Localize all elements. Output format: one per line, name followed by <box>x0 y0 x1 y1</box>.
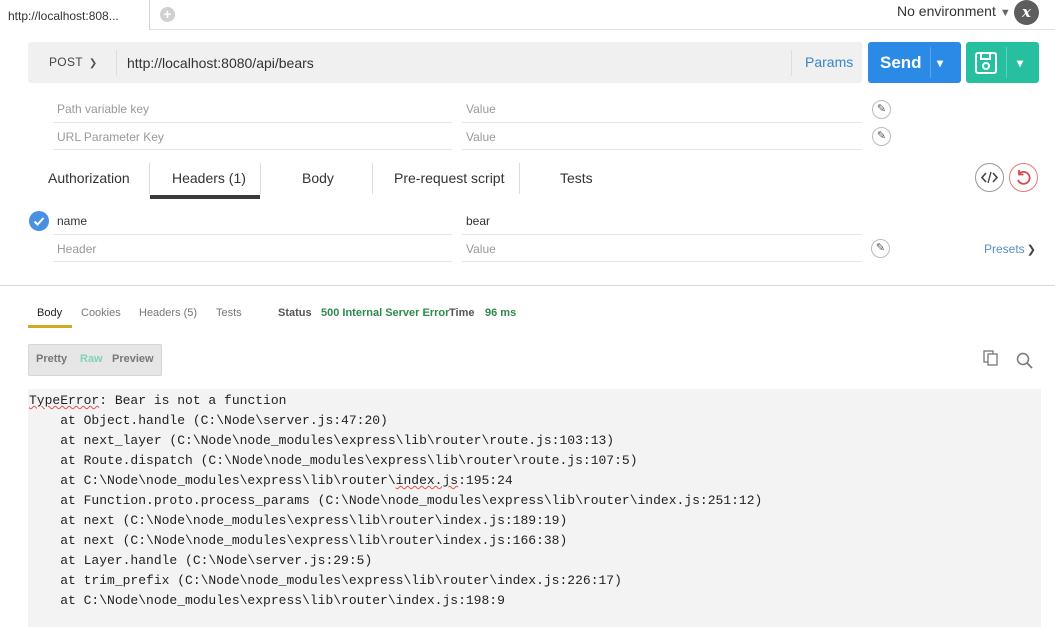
code-line: TypeError: Bear is not a function <box>29 393 286 408</box>
url-parameter-key-field[interactable]: URL Parameter Key <box>57 130 164 144</box>
presets-dropdown[interactable]: Presets ❯ <box>984 242 1036 256</box>
copy-icon[interactable] <box>983 350 999 367</box>
url-parameter-value-field[interactable]: Value <box>466 130 496 144</box>
chevron-down-icon: ❯ <box>88 58 98 69</box>
params-divider <box>791 50 792 76</box>
code-line: at Function.proto.process_params (C:\Nod… <box>29 493 763 508</box>
field-underline <box>462 234 862 235</box>
field-underline <box>53 149 452 150</box>
tab-divider <box>149 163 150 194</box>
response-body-text[interactable]: TypeError: Bear is not a function at Obj… <box>29 391 762 611</box>
status-label: Status <box>278 307 312 319</box>
response-tab-body[interactable]: Body <box>37 307 62 319</box>
chevron-down-icon: ▼ <box>999 7 1011 19</box>
code-line: at Layer.handle (C:\Node\server.js:29:5) <box>29 553 373 568</box>
url-input[interactable] <box>127 52 777 74</box>
bulk-edit-pencil-icon[interactable]: ✎ <box>872 127 891 146</box>
path-variable-value-field[interactable]: Value <box>466 102 496 116</box>
field-underline <box>53 261 452 262</box>
code-icon <box>980 171 999 184</box>
field-underline <box>462 149 862 150</box>
save-divider <box>1006 47 1007 78</box>
tab-bar-divider <box>0 29 1055 30</box>
environment-select[interactable]: No environment ▼ <box>897 3 1011 19</box>
tab-body[interactable]: Body <box>302 170 334 186</box>
save-options-chevron-icon[interactable]: ▾ <box>1017 56 1023 70</box>
chevron-down-icon: ❯ <box>1026 244 1036 256</box>
floppy-disk-icon <box>975 52 997 74</box>
code-token-index: index.js <box>395 473 459 488</box>
response-tab-tests[interactable]: Tests <box>216 307 242 319</box>
send-divider <box>930 47 931 78</box>
add-tab-icon[interactable]: + <box>160 7 175 22</box>
tab-divider <box>260 163 261 194</box>
undo-icon <box>1017 170 1031 185</box>
code-token-typeerror: TypeError <box>29 393 100 408</box>
code-line: at Object.handle (C:\Node\server.js:47:2… <box>29 413 388 428</box>
environment-label: No environment <box>897 3 996 19</box>
tab-pre-request-script[interactable]: Pre-request script <box>394 170 504 186</box>
header-enabled-checkbox[interactable] <box>29 211 49 231</box>
format-pretty-button[interactable]: Pretty <box>36 353 67 365</box>
code-line-rest: : Bear is not a function <box>99 393 287 408</box>
code-line: at Route.dispatch (C:\Node\node_modules\… <box>29 453 638 468</box>
tab-authorization[interactable]: Authorization <box>48 170 130 186</box>
method-select[interactable]: POST ❯ <box>49 55 98 69</box>
tab-headers[interactable]: Headers (1) <box>172 170 246 186</box>
new-header-key-field[interactable]: Header <box>57 242 96 256</box>
code-line: at trim_prefix (C:\Node\node_modules\exp… <box>29 573 622 588</box>
format-raw-button[interactable]: Raw <box>80 353 103 365</box>
response-tab-cookies[interactable]: Cookies <box>81 307 121 319</box>
search-icon[interactable] <box>1016 352 1033 369</box>
send-label: Send <box>880 53 922 72</box>
tab-divider <box>519 163 520 194</box>
active-response-tab-indicator <box>28 325 72 328</box>
bulk-edit-pencil-icon[interactable]: ✎ <box>871 239 890 258</box>
params-button[interactable]: Params <box>805 54 853 70</box>
code-line: at next_layer (C:\Node\node_modules\expr… <box>29 433 615 448</box>
field-underline <box>462 122 862 123</box>
bulk-edit-pencil-icon[interactable]: ✎ <box>872 100 891 119</box>
tab-tests[interactable]: Tests <box>560 170 593 186</box>
response-tab-headers[interactable]: Headers (5) <box>139 307 197 319</box>
field-underline <box>53 234 452 235</box>
url-divider <box>116 50 117 76</box>
tab-divider <box>372 163 373 194</box>
header-key-field[interactable]: name <box>57 214 87 228</box>
code-line: at C:\Node\node_modules\express\lib\rout… <box>29 593 505 608</box>
request-tab-active[interactable]: http://localhost:808... <box>0 0 150 30</box>
field-underline <box>53 122 452 123</box>
send-options-chevron-icon[interactable]: ▾ <box>937 56 943 70</box>
active-tab-indicator <box>150 195 260 199</box>
new-header-value-field[interactable]: Value <box>466 242 496 256</box>
generate-code-button[interactable] <box>975 163 1004 192</box>
field-underline <box>462 261 862 262</box>
time-label: Time <box>449 307 475 319</box>
header-value-field[interactable]: bear <box>466 214 490 228</box>
manage-environments-icon[interactable]: x <box>1014 0 1039 25</box>
reset-button[interactable] <box>1009 163 1038 192</box>
checkmark-icon <box>33 217 45 226</box>
method-label: POST <box>49 55 83 69</box>
path-variable-key-field[interactable]: Path variable key <box>57 102 149 116</box>
status-value: 500 Internal Server Error <box>321 307 450 319</box>
time-value: 96 ms <box>485 307 517 319</box>
code-line: at next (C:\Node\node_modules\express\li… <box>29 513 568 528</box>
presets-label: Presets <box>984 242 1025 256</box>
format-preview-button[interactable]: Preview <box>112 353 154 365</box>
code-line: at C:\Node\node_modules\express\lib\rout… <box>29 473 513 488</box>
section-divider <box>0 285 1055 286</box>
code-line: at next (C:\Node\node_modules\express\li… <box>29 533 568 548</box>
